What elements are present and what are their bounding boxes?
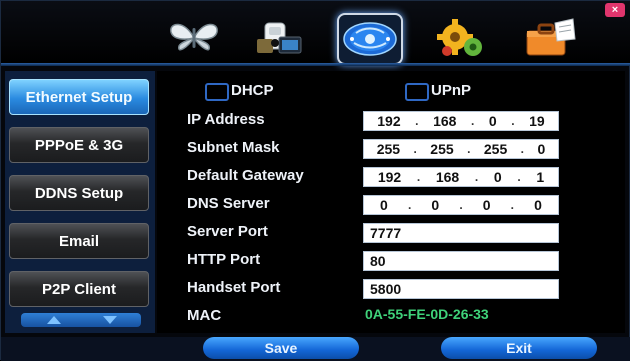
ip-address-label: IP Address — [187, 111, 265, 128]
scroll-up-icon[interactable] — [47, 316, 61, 324]
ip-octet[interactable]: 0 — [380, 197, 388, 213]
ip-octet[interactable]: 0 — [431, 197, 439, 213]
exit-button[interactable]: Exit — [441, 337, 597, 359]
sidebar-scroll-control[interactable] — [21, 313, 141, 327]
sidebar-item-ddns-setup[interactable]: DDNS Setup — [9, 175, 149, 211]
ip-octet[interactable]: 1 — [536, 169, 544, 185]
tab-system[interactable] — [431, 15, 493, 61]
ip-octet[interactable]: 0 — [489, 113, 497, 129]
server-port-label: Server Port — [187, 223, 268, 240]
mac-address-value: 0A-55-FE-0D-26-33 — [365, 306, 489, 322]
sidebar-item-p2p-client[interactable]: P2P Client — [9, 271, 149, 307]
ip-octet[interactable]: 192 — [377, 113, 400, 129]
ip-octet[interactable]: 168 — [433, 113, 456, 129]
tab-tools[interactable] — [519, 15, 581, 61]
subnet-mask-input[interactable]: 255. 255. 255. 0 — [363, 139, 559, 159]
ip-octet[interactable]: 0 — [483, 197, 491, 213]
handset-port-input[interactable]: 5800 — [363, 279, 559, 299]
butterfly-icon — [170, 23, 218, 51]
dhcp-label: DHCP — [231, 82, 274, 99]
dns-server-label: DNS Server — [187, 195, 270, 212]
ip-octet[interactable]: 255 — [377, 141, 400, 157]
scroll-down-icon[interactable] — [103, 316, 117, 324]
ip-address-input[interactable]: 192. 168. 0. 19 — [363, 111, 559, 131]
header-divider — [1, 63, 630, 66]
upnp-checkbox[interactable] — [405, 83, 429, 101]
ip-octet[interactable]: 255 — [430, 141, 453, 157]
gears-icon — [437, 19, 482, 56]
top-tab-bar: × — [1, 1, 630, 65]
subnet-mask-label: Subnet Mask — [187, 139, 280, 156]
mac-label: MAC — [187, 307, 222, 324]
dns-server-input[interactable]: 0. 0. 0. 0 — [363, 195, 559, 215]
ip-octet[interactable]: 19 — [529, 113, 545, 129]
tab-butterfly[interactable] — [163, 15, 225, 61]
camera-icon — [257, 22, 302, 54]
toolbox-icon — [526, 18, 576, 56]
http-port-label: HTTP Port — [187, 251, 261, 268]
ip-octet[interactable]: 192 — [378, 169, 401, 185]
upnp-label: UPnP — [431, 82, 472, 99]
dvr-network-settings-window: × Ethernet Setup PPPoE & 3G DDNS Setup E… — [0, 0, 630, 361]
save-button[interactable]: Save — [203, 337, 359, 359]
ip-octet[interactable]: 168 — [436, 169, 459, 185]
default-gateway-label: Default Gateway — [187, 167, 304, 184]
tab-network[interactable] — [337, 13, 403, 65]
ip-octet[interactable]: 0 — [494, 169, 502, 185]
http-port-input[interactable]: 80 — [363, 251, 559, 271]
default-gateway-input[interactable]: 192. 168. 0. 1 — [363, 167, 559, 187]
ip-octet[interactable]: 0 — [537, 141, 545, 157]
sidebar-item-ethernet-setup[interactable]: Ethernet Setup — [9, 79, 149, 115]
ip-octet[interactable]: 255 — [484, 141, 507, 157]
server-port-input[interactable]: 7777 — [363, 223, 559, 243]
tab-camera[interactable] — [247, 15, 309, 61]
sidebar-item-email[interactable]: Email — [9, 223, 149, 259]
ip-octet[interactable]: 0 — [534, 197, 542, 213]
sidebar-item-pppoe-3g[interactable]: PPPoE & 3G — [9, 127, 149, 163]
close-button[interactable]: × — [605, 3, 625, 17]
network-globe-icon — [343, 22, 397, 56]
dhcp-checkbox[interactable] — [205, 83, 229, 101]
handset-port-label: Handset Port — [187, 279, 281, 296]
